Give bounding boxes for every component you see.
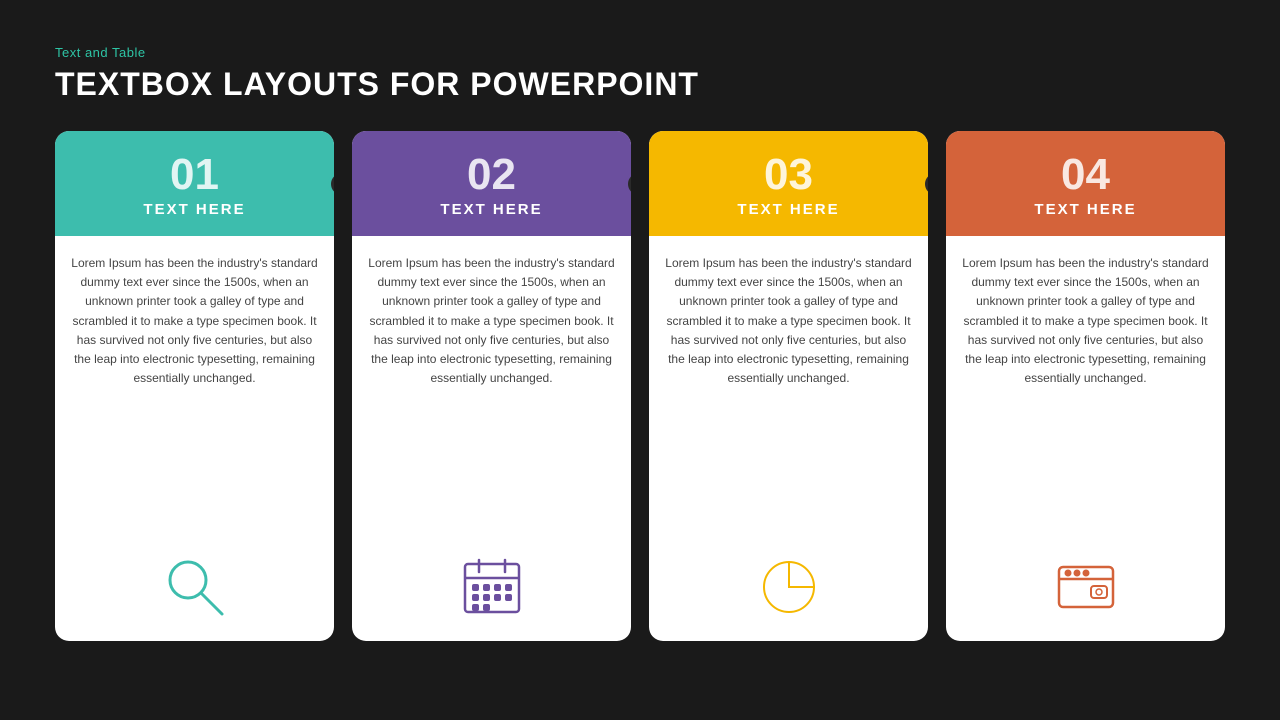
pie-chart-icon — [754, 547, 824, 627]
card-1-text: Lorem Ipsum has been the industry's stan… — [71, 254, 318, 388]
card-3-body: Lorem Ipsum has been the industry's stan… — [649, 236, 928, 641]
main-title: TEXTBOX LAYOUTS FOR POWERPOINT — [55, 66, 1225, 103]
card-4-text: Lorem Ipsum has been the industry's stan… — [962, 254, 1209, 388]
wallet-icon — [1051, 547, 1121, 627]
subtitle: Text and Table — [55, 45, 1225, 60]
card-2-header: 02 TEXT HERE — [352, 131, 631, 236]
card-1-title: TEXT HERE — [143, 201, 245, 218]
card-4-header: 04 TEXT HERE — [946, 131, 1225, 236]
card-2: 02 TEXT HERE Lorem Ipsum has been the in… — [352, 131, 631, 641]
card-1: 01 TEXT HERE Lorem Ipsum has been the in… — [55, 131, 334, 641]
calendar-icon — [457, 547, 527, 627]
card-wrapper-3: 03 TEXT HERE Lorem Ipsum has been the in… — [649, 131, 928, 641]
card-1-header: 01 TEXT HERE — [55, 131, 334, 236]
card-2-body: Lorem Ipsum has been the industry's stan… — [352, 236, 631, 641]
card-wrapper-4: 04 TEXT HERE Lorem Ipsum has been the in… — [946, 131, 1225, 641]
card-3-header: 03 TEXT HERE — [649, 131, 928, 236]
card-2-number: 02 — [467, 153, 516, 197]
card-4: 04 TEXT HERE Lorem Ipsum has been the in… — [946, 131, 1225, 641]
slide: Text and Table TEXTBOX LAYOUTS FOR POWER… — [0, 0, 1280, 720]
card-4-title: TEXT HERE — [1034, 201, 1136, 218]
search-icon — [160, 547, 230, 627]
card-wrapper-1: 01 TEXT HERE Lorem Ipsum has been the in… — [55, 131, 334, 641]
card-3-text: Lorem Ipsum has been the industry's stan… — [665, 254, 912, 388]
card-wrapper-2: 02 TEXT HERE Lorem Ipsum has been the in… — [352, 131, 631, 641]
card-1-number: 01 — [170, 153, 219, 197]
card-2-title: TEXT HERE — [440, 201, 542, 218]
card-4-number: 04 — [1061, 153, 1110, 197]
card-3: 03 TEXT HERE Lorem Ipsum has been the in… — [649, 131, 928, 641]
card-2-text: Lorem Ipsum has been the industry's stan… — [368, 254, 615, 388]
cards-container: 01 TEXT HERE Lorem Ipsum has been the in… — [55, 131, 1225, 690]
card-4-body: Lorem Ipsum has been the industry's stan… — [946, 236, 1225, 641]
card-1-body: Lorem Ipsum has been the industry's stan… — [55, 236, 334, 641]
card-3-title: TEXT HERE — [737, 201, 839, 218]
card-3-number: 03 — [764, 153, 813, 197]
